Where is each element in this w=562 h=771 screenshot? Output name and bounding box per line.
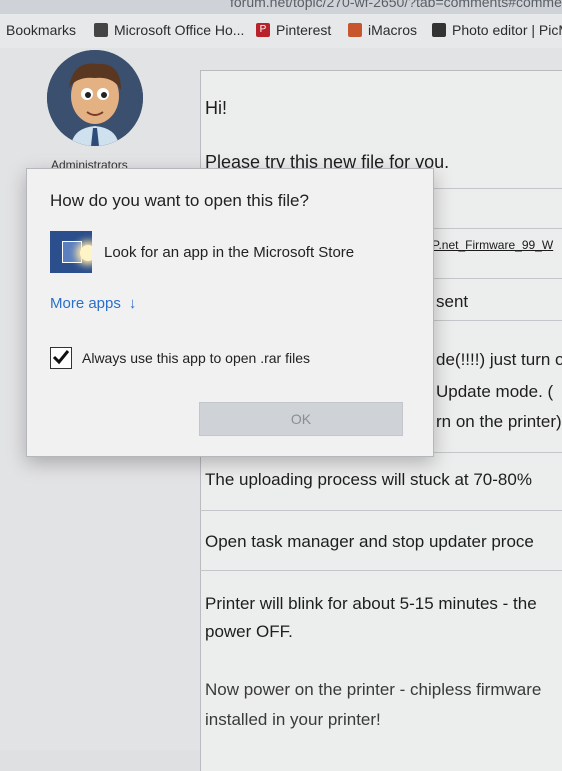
post-line-update-mode-3: rn on the printer) <box>436 412 562 431</box>
avatar[interactable] <box>47 50 143 146</box>
dialog-title: How do you want to open this file? <box>50 191 309 210</box>
microsoft-store-option[interactable]: Look for an app in the Microsoft Store <box>50 231 354 273</box>
divider <box>200 510 562 511</box>
bookmark-imacros[interactable]: iMacros <box>348 22 417 38</box>
photo-editor-icon <box>432 23 446 37</box>
address-bar[interactable]: forum.net/topic/270-wf-2650/?tab=comment… <box>0 0 562 14</box>
bookmarks-bar: Bookmarks Microsoft Office Ho... P Pinte… <box>0 14 562 49</box>
divider <box>200 570 562 571</box>
bookmark-pinterest[interactable]: P Pinterest <box>256 22 331 38</box>
office-icon <box>94 23 108 37</box>
more-apps-link[interactable]: More apps ↓ <box>50 295 136 312</box>
microsoft-store-icon <box>50 231 92 273</box>
post-line-power-on-2: installed in your printer! <box>205 710 381 729</box>
post-line-blink-1: Printer will blink for about 5-15 minute… <box>205 594 537 613</box>
store-option-label: Look for an app in the Microsoft Store <box>104 243 355 261</box>
checkmark-icon <box>52 350 70 365</box>
post-line-update-mode-2: Update mode. ( <box>436 382 554 401</box>
post-line-sent: sent <box>436 292 469 311</box>
ok-button[interactable]: OK <box>199 402 403 436</box>
post-line-blink-2: power OFF. <box>205 622 293 641</box>
post-line-task-manager: Open task manager and stop updater proce <box>205 532 534 551</box>
firmware-file-link[interactable]: P.net_Firmware_99_W <box>432 238 553 252</box>
post-line-greeting: Hi! <box>205 98 227 118</box>
bookmark-photo-editor[interactable]: Photo editor | PicM... <box>432 22 562 38</box>
avatar-illustration-icon <box>47 50 143 146</box>
post-line-update-mode-1: de(!!!!) just turn o <box>436 350 562 369</box>
arrow-down-icon: ↓ <box>128 295 137 312</box>
post-line-uploading: The uploading process will stuck at 70-8… <box>205 470 532 489</box>
imacros-icon <box>348 23 362 37</box>
always-use-label: Always use this app to open .rar files <box>82 350 311 366</box>
always-use-row[interactable]: Always use this app to open .rar files <box>50 347 310 369</box>
pinterest-icon: P <box>256 23 270 37</box>
always-use-checkbox[interactable] <box>50 347 72 369</box>
bookmark-bookmarks[interactable]: Bookmarks <box>6 22 76 38</box>
post-line-power-on-1: Now power on the printer - chipless firm… <box>205 680 542 699</box>
open-with-dialog: How do you want to open this file? Look … <box>26 168 434 457</box>
more-apps-label: More apps <box>50 295 121 312</box>
url-text: forum.net/topic/270-wf-2650/?tab=comment… <box>230 0 562 10</box>
bookmark-office[interactable]: Microsoft Office Ho... <box>94 22 244 38</box>
